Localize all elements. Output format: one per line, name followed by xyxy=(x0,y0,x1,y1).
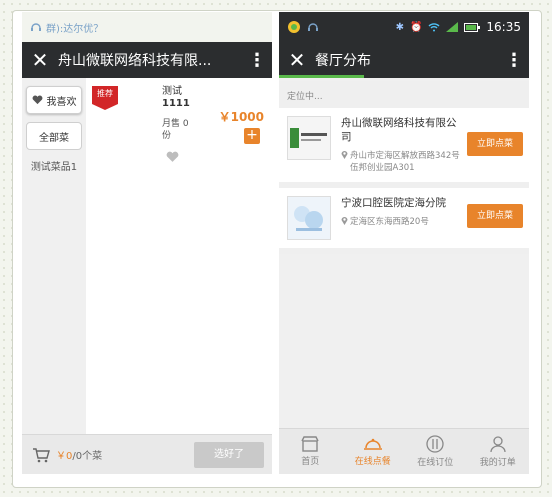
signal-icon xyxy=(446,22,459,32)
restaurant-address: 舟山市定海区解放西路342号伍邦创业园A301 xyxy=(341,150,463,174)
category-favorite-label: 我喜欢 xyxy=(46,96,77,108)
like-heart-icon[interactable] xyxy=(166,148,179,167)
user-icon xyxy=(490,436,506,453)
dish-name-line1: 测试 xyxy=(162,86,182,97)
right-phone-screen: ✱ ⏰ 16:35 ✕ 餐厅分布 ⋮ 定位中... 舟山微联网络科技有限公司 舟… xyxy=(279,12,529,474)
tab-online-order[interactable]: 在线点餐 xyxy=(342,429,405,474)
headset-icon xyxy=(31,23,41,31)
more-options-icon[interactable]: ⋮ xyxy=(499,50,529,71)
location-pin-icon xyxy=(341,216,348,229)
dish-name-line2: 1111 xyxy=(162,98,190,109)
done-button[interactable]: 选好了 xyxy=(194,442,264,468)
status-bar: 群):达尔优？ xyxy=(22,12,272,42)
tab-my-orders[interactable]: 我的订单 xyxy=(467,429,530,474)
order-now-button[interactable]: 立即点菜 xyxy=(467,204,523,228)
status-right-icons: ✱ ⏰ 16:35 xyxy=(396,20,521,34)
location-pin-icon xyxy=(341,150,348,174)
tab-online-order-label: 在线点餐 xyxy=(354,457,391,467)
dish-cover-icon xyxy=(363,438,382,450)
close-icon[interactable]: ✕ xyxy=(279,48,315,72)
bottom-tab-bar: 首页 在线点餐 在线订位 我的订单 xyxy=(279,428,529,474)
tab-my-orders-label: 我的订单 xyxy=(479,458,516,468)
restaurant-card[interactable]: 舟山微联网络科技有限公司 舟山市定海区解放西路342号伍邦创业园A301 立即点… xyxy=(279,108,529,188)
restaurant-name: 舟山微联网络科技有限公司 xyxy=(341,117,457,143)
category-all-label: 全部菜 xyxy=(39,132,69,144)
tab-home[interactable]: 首页 xyxy=(279,429,342,474)
recommend-badge: 推荐 xyxy=(92,86,118,110)
cart-icon[interactable] xyxy=(32,447,50,463)
restaurant-card[interactable]: 宁波口腔医院定海分院 定海区东海西路20号 立即点菜 xyxy=(279,188,529,254)
page-title: 餐厅分布 xyxy=(315,53,371,69)
order-now-button[interactable]: 立即点菜 xyxy=(467,132,523,156)
cutlery-icon xyxy=(426,435,444,453)
dish-price: ￥1000 xyxy=(218,110,264,124)
restaurant-address-text: 定海区东海西路20号 xyxy=(350,217,429,227)
restaurant-name: 宁波口腔医院定海分院 xyxy=(341,197,446,209)
app-notification-icon xyxy=(288,21,300,33)
restaurant-logo xyxy=(287,196,331,240)
progress-underline xyxy=(279,75,364,78)
cart-summary: ￥0/0个菜 xyxy=(56,447,102,462)
restaurant-address-text: 舟山市定海区解放西路342号伍邦创业园A301 xyxy=(350,151,460,173)
battery-icon xyxy=(464,22,481,32)
cart-bar: ￥0/0个菜 选好了 xyxy=(22,434,272,474)
wifi-icon xyxy=(428,23,440,32)
status-message: 群):达尔优？ xyxy=(46,23,104,35)
menu-body: 我喜欢 全部菜 测试菜品1 推荐 测试 1111 月售 0 份 ￥1000 + xyxy=(22,78,272,434)
more-options-icon[interactable]: ⋮ xyxy=(242,50,272,71)
cart-count: /0个菜 xyxy=(72,451,103,462)
left-phone-screen: 群):达尔优？ ✕ 舟山微联网络科技有限... ⋮ 我喜欢 全部菜 测试菜品1 … xyxy=(22,12,272,474)
dish-list: 推荐 测试 1111 月售 0 份 ￥1000 + xyxy=(86,78,272,434)
page-title: 舟山微联网络科技有限... xyxy=(58,53,212,69)
headset-icon xyxy=(308,23,318,31)
restaurant-logo xyxy=(287,116,331,160)
close-icon[interactable]: ✕ xyxy=(22,48,58,72)
category-test-item[interactable]: 测试菜品1 xyxy=(24,158,84,173)
category-all-button[interactable]: 全部菜 xyxy=(26,122,82,150)
restaurant-address: 定海区东海西路20号 xyxy=(341,216,463,229)
heart-icon xyxy=(32,95,42,105)
tab-home-label: 首页 xyxy=(301,457,320,467)
bluetooth-icon: ✱ xyxy=(395,21,404,33)
tab-reservation[interactable]: 在线订位 xyxy=(404,429,467,474)
alarm-icon: ⏰ xyxy=(409,21,423,33)
top-bar: ✕ 餐厅分布 ⋮ xyxy=(279,42,529,78)
dish-sales-line1: 月售 0 xyxy=(162,119,189,129)
cart-amount: ￥0 xyxy=(56,451,73,462)
add-dish-button[interactable]: + xyxy=(244,128,260,144)
dish-sales-line2: 份 xyxy=(162,131,172,141)
status-left-icons xyxy=(287,20,319,34)
category-sidebar: 我喜欢 全部菜 测试菜品1 xyxy=(22,78,86,434)
category-favorite-button[interactable]: 我喜欢 xyxy=(26,86,82,114)
top-bar: ✕ 舟山微联网络科技有限... ⋮ xyxy=(22,42,272,78)
home-icon xyxy=(301,436,319,452)
tab-reservation-label: 在线订位 xyxy=(417,458,454,468)
status-time: 16:35 xyxy=(486,20,521,34)
dish-name: 测试 1111 xyxy=(162,86,190,110)
dish-sales: 月售 0 份 xyxy=(162,118,189,142)
status-bar: ✱ ⏰ 16:35 xyxy=(279,12,529,42)
locating-status: 定位中... xyxy=(279,81,529,108)
